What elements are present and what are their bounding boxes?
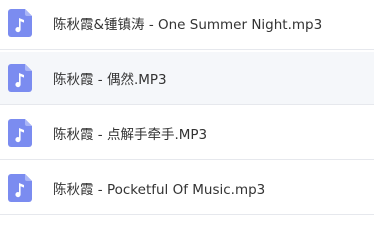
music-file-icon xyxy=(8,119,32,147)
file-name: 陈秋霞&锺镇涛 - One Summer Night.mp3 xyxy=(53,17,323,33)
file-name: 陈秋霞 - 偶然.MP3 xyxy=(53,72,167,88)
list-item[interactable]: 陈秋霞 - 点解手牵手.MP3 xyxy=(0,107,374,160)
music-file-icon xyxy=(8,174,32,202)
list-item[interactable]: 陈秋霞&锺镇涛 - One Summer Night.mp3 xyxy=(0,0,374,50)
file-name: 陈秋霞 - 点解手牵手.MP3 xyxy=(53,127,208,143)
file-list: 陈秋霞&锺镇涛 - One Summer Night.mp3 陈秋霞 - 偶然.… xyxy=(0,0,374,215)
file-name: 陈秋霞 - Pocketful Of Music.mp3 xyxy=(53,182,266,198)
music-file-icon xyxy=(8,64,32,92)
list-item[interactable]: 陈秋霞 - 偶然.MP3 xyxy=(0,52,374,105)
list-item[interactable]: 陈秋霞 - Pocketful Of Music.mp3 xyxy=(0,162,374,215)
music-file-icon xyxy=(8,9,32,37)
